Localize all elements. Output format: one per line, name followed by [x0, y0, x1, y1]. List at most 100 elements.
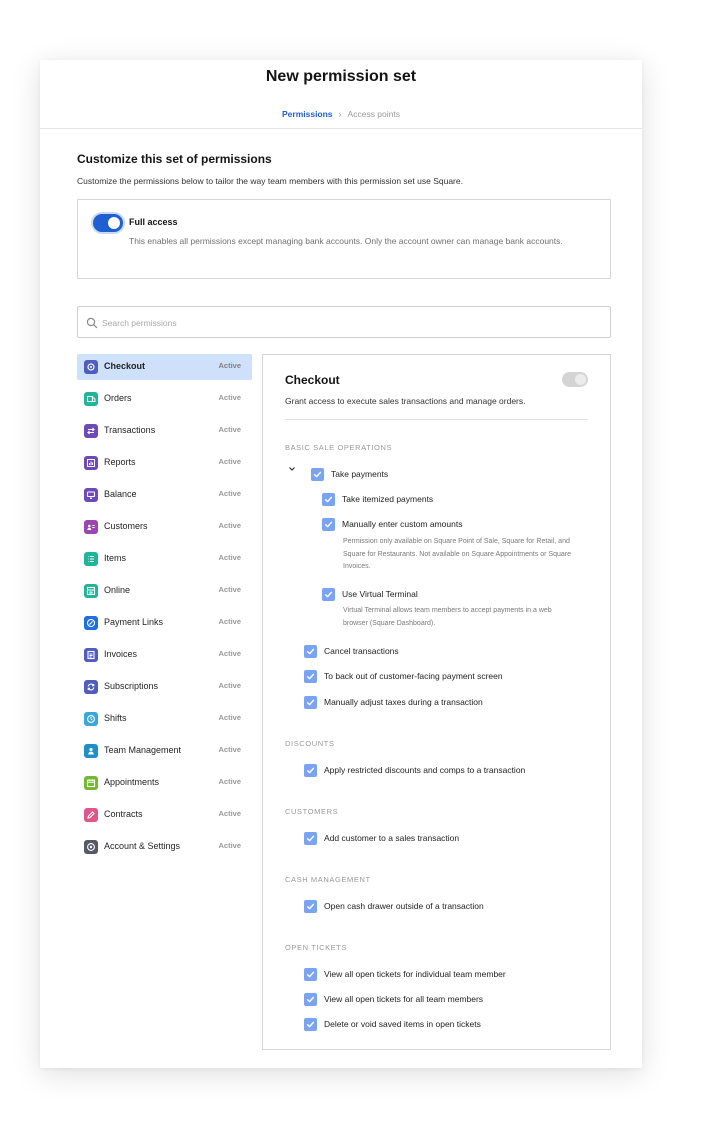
perm-label: Apply restricted discounts and comps to … [324, 765, 526, 775]
perm-label: View all open tickets for all team membe… [324, 994, 484, 1004]
permission-categories-sidebar: Checkout Active Orders Active Transactions Ac… [77, 354, 252, 866]
checkbox-view-tickets-individual[interactable] [304, 968, 317, 981]
online-icon [84, 584, 98, 598]
perm-label: Cancel transactions [324, 646, 399, 656]
status-badge: Active [218, 361, 241, 370]
group-heading-open-tickets: OPEN TICKETS [285, 943, 348, 952]
toggle-knob [575, 374, 586, 385]
checkbox-add-customer[interactable] [304, 832, 317, 845]
checkbox-take-itemized-payments[interactable] [322, 493, 335, 506]
sidebar-item-label: Subscriptions [104, 681, 159, 691]
perm-label: Delete or void saved items in open ticke… [324, 1019, 481, 1029]
checkmark-icon [306, 767, 315, 774]
sidebar-item-balance[interactable]: Balance Active [77, 482, 252, 508]
status-badge: Active [218, 425, 241, 434]
perm-label: To back out of customer-facing payment s… [324, 671, 503, 681]
checkmark-icon [306, 835, 315, 842]
status-badge: Active [218, 809, 241, 818]
checkbox-back-out-payment-screen[interactable] [304, 670, 317, 683]
checkmark-icon [324, 591, 333, 598]
sidebar-item-shifts[interactable]: Shifts Active [77, 706, 252, 732]
checkbox-cancel-transactions[interactable] [304, 645, 317, 658]
reports-icon [84, 456, 98, 470]
status-badge: Active [218, 649, 241, 658]
sidebar-item-checkout[interactable]: Checkout Active [77, 354, 252, 380]
sidebar-item-customers[interactable]: Customers Active [77, 514, 252, 540]
custom-amounts-note: Permission only available on Square Poin… [343, 538, 572, 570]
status-badge: Active [218, 617, 241, 626]
permission-set-dialog: New permission set Permissions › Access po… [40, 60, 642, 1068]
sidebar-item-label: Team Management [104, 745, 182, 755]
sidebar-item-invoices[interactable]: Invoices Active [77, 642, 252, 668]
group-heading-discounts: DISCOUNTS [285, 739, 335, 748]
checkout-toggle[interactable] [562, 372, 588, 387]
full-access-card: Full access This enables all permissions… [77, 199, 611, 279]
checkbox-delete-void-saved-items[interactable] [304, 1018, 317, 1031]
payment-links-icon [84, 616, 98, 630]
checkbox-open-cash-drawer[interactable] [304, 900, 317, 913]
sidebar-item-label: Customers [104, 521, 148, 531]
page-title: New permission set [265, 68, 417, 85]
sidebar-item-account-and-settings[interactable]: Account & Settings Active [77, 834, 252, 860]
breadcrumb-access-points[interactable]: Access points [348, 109, 400, 119]
checkout-permissions-panel: Checkout Grant access to execute sales t… [262, 354, 611, 1050]
sidebar-item-payment-links[interactable]: Payment Links Active [77, 610, 252, 636]
full-access-toggle[interactable] [93, 214, 123, 232]
checkmark-icon [313, 471, 322, 478]
status-badge: Active [218, 745, 241, 754]
search-icon [86, 317, 98, 329]
invoices-icon [84, 648, 98, 662]
status-badge: Active [218, 521, 241, 530]
customers-icon [84, 520, 98, 534]
sidebar-item-contracts[interactable]: Contracts Active [77, 802, 252, 828]
sidebar-item-subscriptions[interactable]: Subscriptions Active [77, 674, 252, 700]
checkbox-manually-enter-custom-amounts[interactable] [322, 518, 335, 531]
transactions-icon [84, 424, 98, 438]
sidebar-item-orders[interactable]: Orders Active [77, 386, 252, 412]
status-badge: Active [218, 393, 241, 402]
items-icon [84, 552, 98, 566]
search-input[interactable] [102, 313, 602, 332]
orders-icon [84, 392, 98, 406]
sidebar-item-label: Contracts [104, 809, 143, 819]
perm-label: Open cash drawer outside of a transactio… [324, 901, 484, 911]
search-box[interactable] [77, 306, 611, 338]
perm-label: Manually adjust taxes during a transacti… [324, 697, 483, 707]
virtual-terminal-note: Virtual Terminal allows team members to … [343, 607, 552, 627]
sidebar-item-online[interactable]: Online Active [77, 578, 252, 604]
panel-title: Checkout [285, 373, 340, 387]
account-settings-icon [84, 840, 98, 854]
checkbox-take-payments[interactable] [311, 468, 324, 481]
sidebar-item-reports[interactable]: Reports Active [77, 450, 252, 476]
chevron-down-icon[interactable] [287, 464, 297, 474]
sidebar-item-label: Appointments [104, 777, 160, 787]
sidebar-item-label: Payment Links [104, 617, 164, 627]
sidebar-item-team-management[interactable]: Team Management Active [77, 738, 252, 764]
checkmark-icon [306, 648, 315, 655]
toggle-knob [108, 217, 120, 229]
sidebar-item-label: Balance [104, 489, 137, 499]
status-badge: Active [218, 777, 241, 786]
status-badge: Active [218, 457, 241, 466]
full-access-description: This enables all permissions except mana… [129, 236, 563, 246]
sidebar-item-label: Items [104, 553, 127, 563]
checkbox-use-virtual-terminal[interactable] [322, 588, 335, 601]
checkbox-manually-adjust-taxes[interactable] [304, 696, 317, 709]
sidebar-item-items[interactable]: Items Active [77, 546, 252, 572]
dialog-header: New permission set Permissions › Access po… [40, 60, 642, 129]
breadcrumb-permissions[interactable]: Permissions [282, 109, 333, 119]
appointments-icon [84, 776, 98, 790]
sidebar-item-appointments[interactable]: Appointments Active [77, 770, 252, 796]
perm-label: Take itemized payments [342, 494, 434, 504]
checkbox-view-tickets-all[interactable] [304, 993, 317, 1006]
perm-label: Use Virtual Terminal [342, 589, 418, 599]
perm-label: Manually enter custom amounts [342, 519, 463, 529]
checkmark-icon [324, 521, 333, 528]
checkout-icon [84, 360, 98, 374]
sidebar-item-label: Transactions [104, 425, 156, 435]
status-badge: Active [218, 713, 241, 722]
sidebar-item-transactions[interactable]: Transactions Active [77, 418, 252, 444]
status-badge: Active [218, 585, 241, 594]
checkbox-apply-restricted-discounts[interactable] [304, 764, 317, 777]
status-badge: Active [218, 489, 241, 498]
